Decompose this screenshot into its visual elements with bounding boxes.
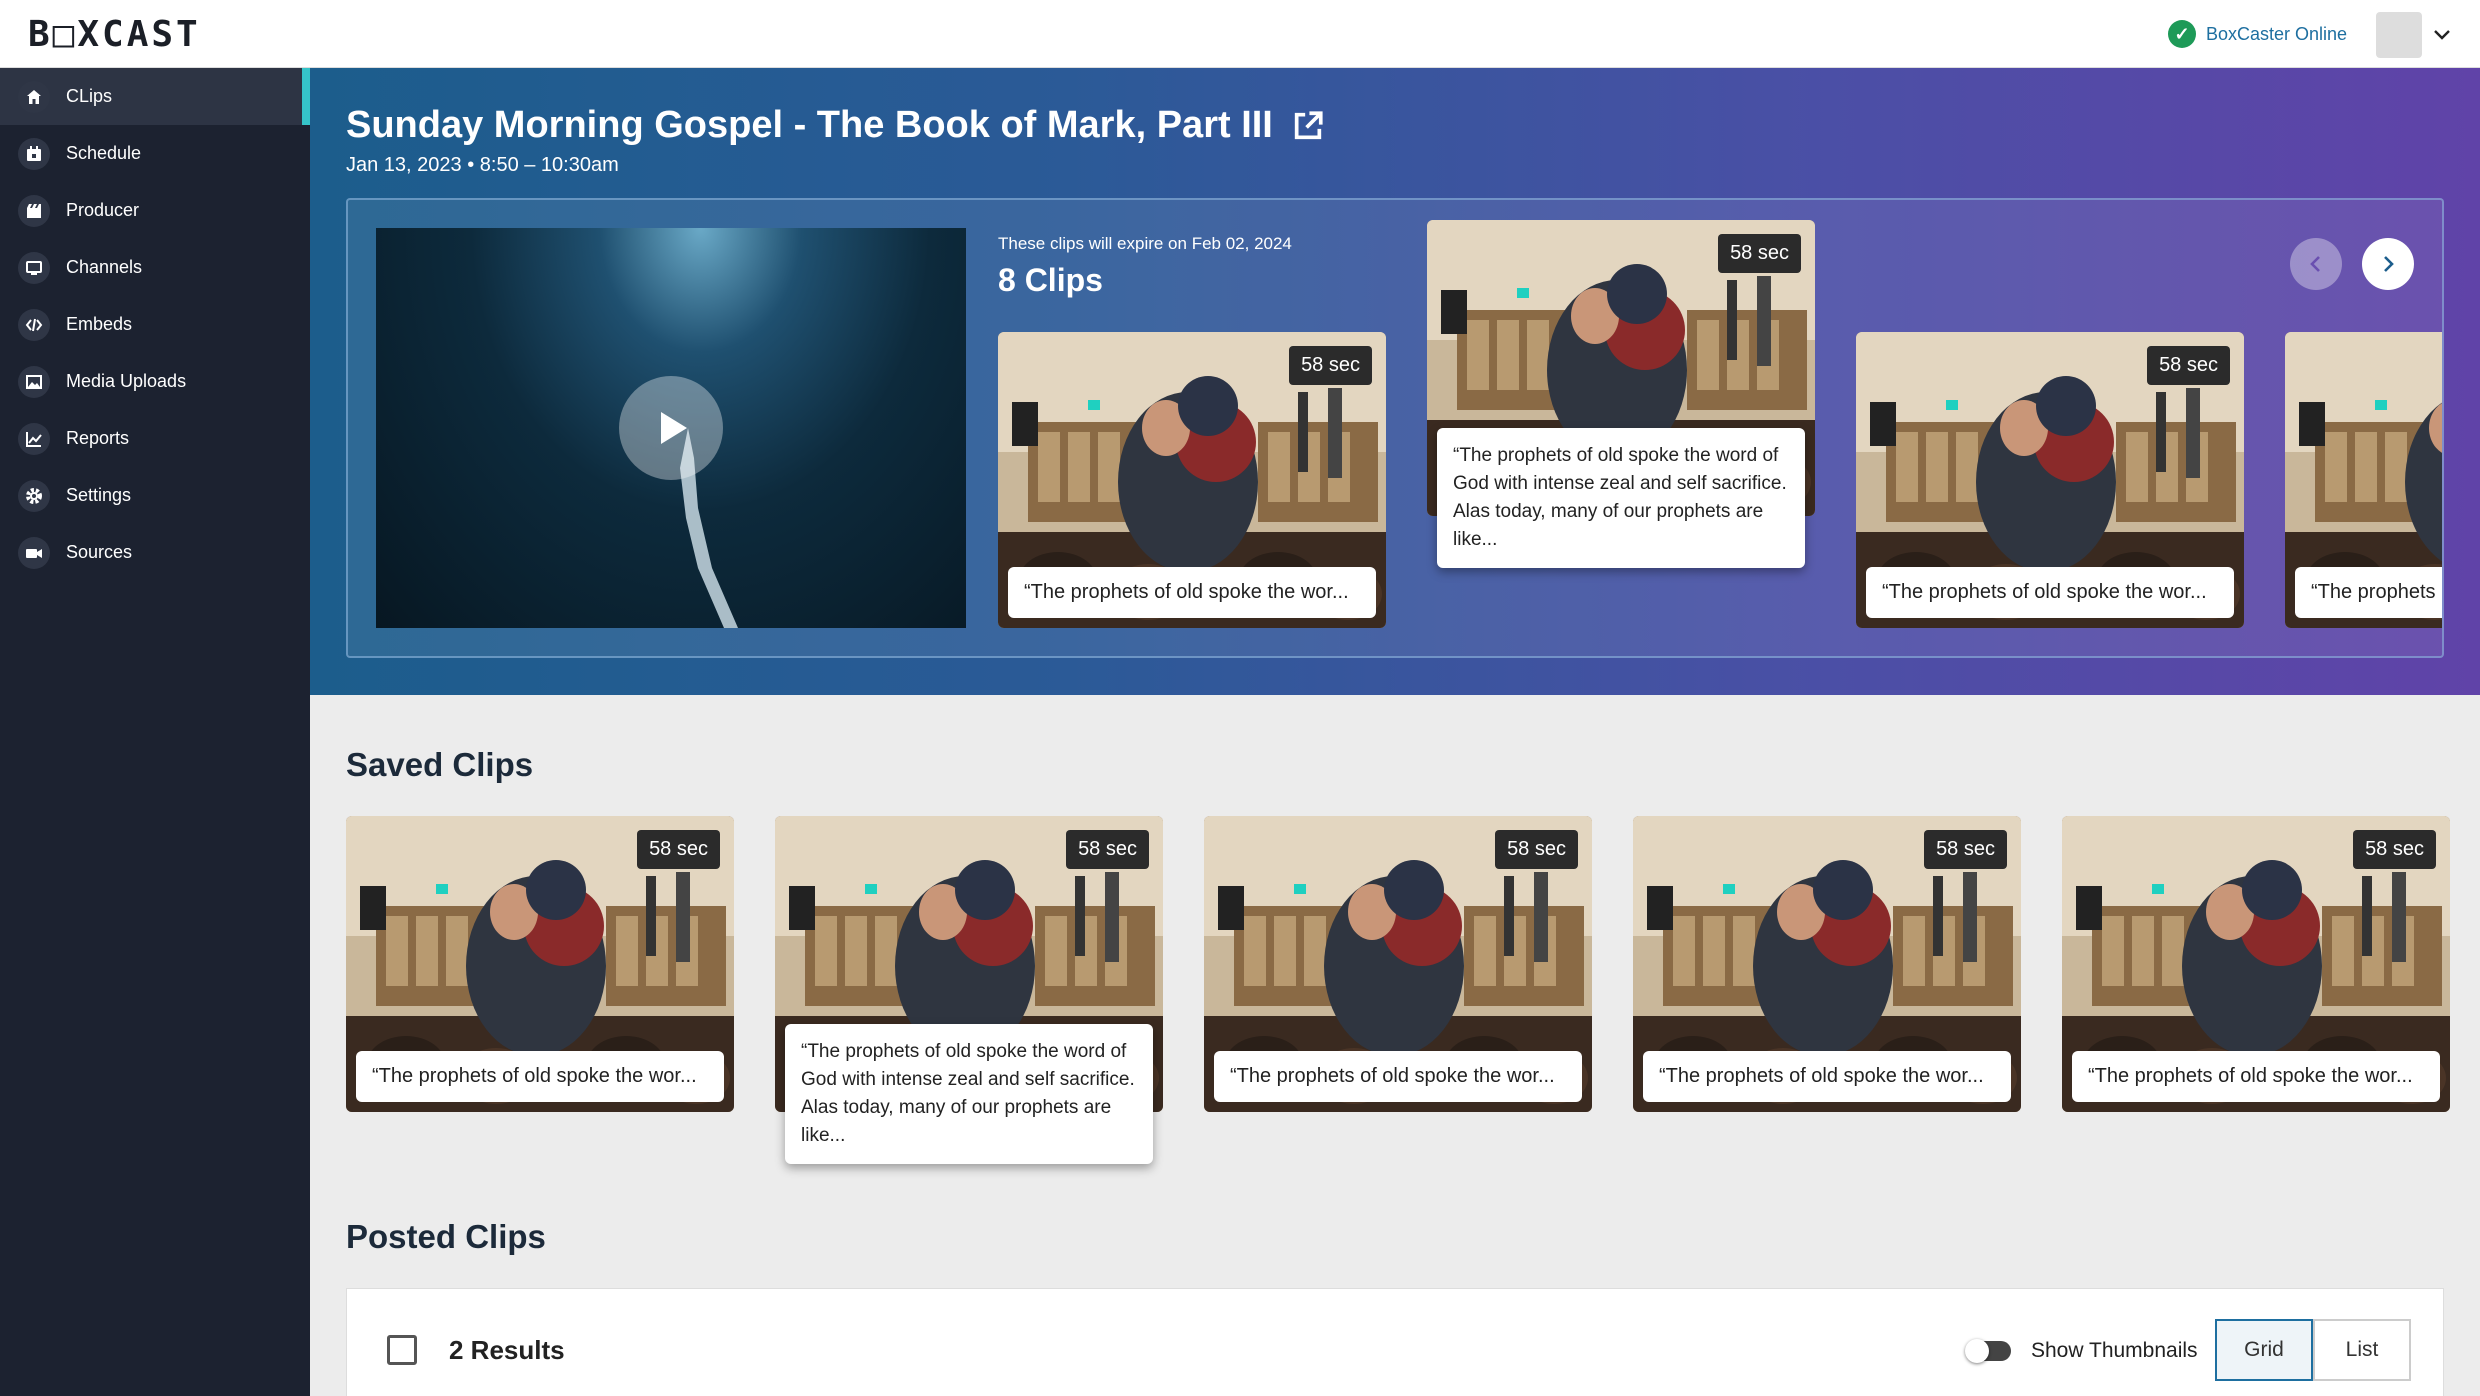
- clip-caption: “The prophets of old spoke the word of G…: [785, 1024, 1153, 1164]
- clip-caption: “The prophets of old spoke the wor...: [1214, 1051, 1582, 1102]
- show-thumbnails-toggle[interactable]: [1965, 1339, 2011, 1363]
- clips-panel: These clips will expire on Feb 02, 2024 …: [346, 198, 2444, 658]
- sidebar-item-embeds[interactable]: Embeds: [0, 296, 310, 353]
- clip-duration: 58 sec: [1066, 830, 1149, 869]
- sidebar-item-sources[interactable]: Sources: [0, 524, 310, 581]
- play-icon: [661, 412, 687, 444]
- sidebar-item-label: Channels: [66, 257, 143, 277]
- clip-caption: “The prophets: [2295, 567, 2442, 618]
- clip-caption: “The prophets of old spoke the wor...: [1866, 567, 2234, 618]
- check-circle-icon: ✓: [2168, 20, 2196, 48]
- chart-icon: [18, 422, 50, 455]
- expiry-notice: These clips will expire on Feb 02, 2024: [998, 234, 1292, 253]
- monitor-icon: [18, 251, 50, 284]
- sidebar-item-reports[interactable]: Reports: [0, 410, 310, 467]
- event-title: Sunday Morning Gospel - The Book of Mark…: [346, 104, 1273, 146]
- sidebar-item-label: Embeds: [66, 314, 133, 334]
- chevron-left-icon: [2310, 256, 2320, 272]
- clip-caption: “The prophets of old spoke the wor...: [2072, 1051, 2440, 1102]
- sidebar-item-label: Sources: [66, 542, 133, 562]
- show-thumbnails-label: Show Thumbnails: [2031, 1339, 2198, 1362]
- gear-icon: [18, 479, 50, 512]
- page-title: Sunday Morning Gospel - The Book of Mark…: [346, 104, 1325, 147]
- clip-caption: “The prophets of old spoke the wor...: [1008, 567, 1376, 618]
- boxcaster-status: ✓ BoxCaster Online: [2168, 20, 2347, 48]
- clip-duration: 58 sec: [1495, 830, 1578, 869]
- carousel-prev-button[interactable]: [2290, 238, 2342, 290]
- camera-icon: [18, 536, 50, 569]
- sidebar: CLips Schedule Producer Channels Embeds …: [0, 68, 310, 1396]
- external-link-icon[interactable]: [1291, 109, 1325, 143]
- sidebar-item-media-uploads[interactable]: Media Uploads: [0, 353, 310, 410]
- status-text: BoxCaster Online: [2206, 23, 2348, 44]
- sidebar-item-label: Reports: [66, 428, 130, 448]
- saved-clip-card[interactable]: 58 sec “The prophets of old spoke the wo…: [2062, 816, 2450, 1112]
- grid-view-button[interactable]: Grid: [2215, 1319, 2313, 1381]
- clip-count: 8 Clips: [998, 262, 1103, 298]
- sidebar-item-schedule[interactable]: Schedule: [0, 125, 310, 182]
- clip-duration: 58 sec: [1718, 234, 1801, 273]
- clip-caption: “The prophets of old spoke the wor...: [356, 1051, 724, 1102]
- clip-card[interactable]: 58 sec “The prophets of old spoke the wo…: [1856, 332, 2244, 628]
- sidebar-item-label: CLips: [66, 86, 113, 106]
- clip-card[interactable]: 58 sec “The prophets of old spoke the wo…: [998, 332, 1386, 628]
- sidebar-item-label: Settings: [66, 485, 132, 505]
- event-date: Jan 13, 2023 • 8:50 – 10:30am: [346, 154, 619, 176]
- saved-clips-title: Saved Clips: [346, 746, 534, 783]
- sidebar-item-label: Media Uploads: [66, 371, 187, 391]
- clip-caption: “The prophets of old spoke the word of G…: [1437, 428, 1805, 568]
- chevron-right-icon: [2384, 256, 2394, 272]
- clip-duration: 58 sec: [1924, 830, 2007, 869]
- play-button[interactable]: [619, 376, 723, 480]
- clip-duration: 58 sec: [637, 830, 720, 869]
- posted-clips-title: Posted Clips: [346, 1218, 546, 1255]
- sidebar-item-settings[interactable]: Settings: [0, 467, 310, 524]
- code-icon: [18, 308, 50, 341]
- sidebar-item-clips[interactable]: CLips: [0, 68, 310, 125]
- top-bar: B□XCAST ✓ BoxCaster Online: [0, 0, 2480, 68]
- sidebar-item-label: Producer: [66, 200, 140, 220]
- image-icon: [18, 365, 50, 398]
- producer-icon: [18, 194, 50, 227]
- sidebar-item-label: Schedule: [66, 143, 142, 163]
- clip-card[interactable]: “The prophets: [2285, 332, 2442, 628]
- sidebar-item-channels[interactable]: Channels: [0, 239, 310, 296]
- boxcast-logo[interactable]: B□XCAST: [28, 14, 201, 55]
- sidebar-item-producer[interactable]: Producer: [0, 182, 310, 239]
- chevron-down-icon[interactable]: [2430, 22, 2454, 46]
- home-icon: [18, 80, 50, 113]
- clip-duration: 58 sec: [2147, 346, 2230, 385]
- list-view-button[interactable]: List: [2313, 1319, 2411, 1381]
- saved-clip-card-hovered[interactable]: 58 sec “The prophets of old spoke the wo…: [775, 816, 1163, 1164]
- event-hero: Sunday Morning Gospel - The Book of Mark…: [310, 68, 2480, 695]
- clip-card-hovered[interactable]: 58 sec “The prophets of old spoke the wo…: [1427, 220, 1815, 568]
- avatar[interactable]: [2376, 12, 2422, 58]
- saved-clip-card[interactable]: 58 sec “The prophets of old spoke the wo…: [346, 816, 734, 1112]
- video-player[interactable]: [376, 228, 966, 628]
- results-count: 2 Results: [449, 1335, 565, 1365]
- select-all-checkbox[interactable]: [387, 1335, 417, 1365]
- carousel-next-button[interactable]: [2362, 238, 2414, 290]
- saved-clip-card[interactable]: 58 sec “The prophets of old spoke the wo…: [1633, 816, 2021, 1112]
- clip-duration: 58 sec: [1289, 346, 1372, 385]
- saved-clip-card[interactable]: 58 sec “The prophets of old spoke the wo…: [1204, 816, 1592, 1112]
- calendar-icon: [18, 137, 50, 170]
- clip-duration: 58 sec: [2353, 830, 2436, 869]
- posted-clips-toolbar: 2 Results Show Thumbnails Grid List: [346, 1288, 2444, 1396]
- clip-caption: “The prophets of old spoke the wor...: [1643, 1051, 2011, 1102]
